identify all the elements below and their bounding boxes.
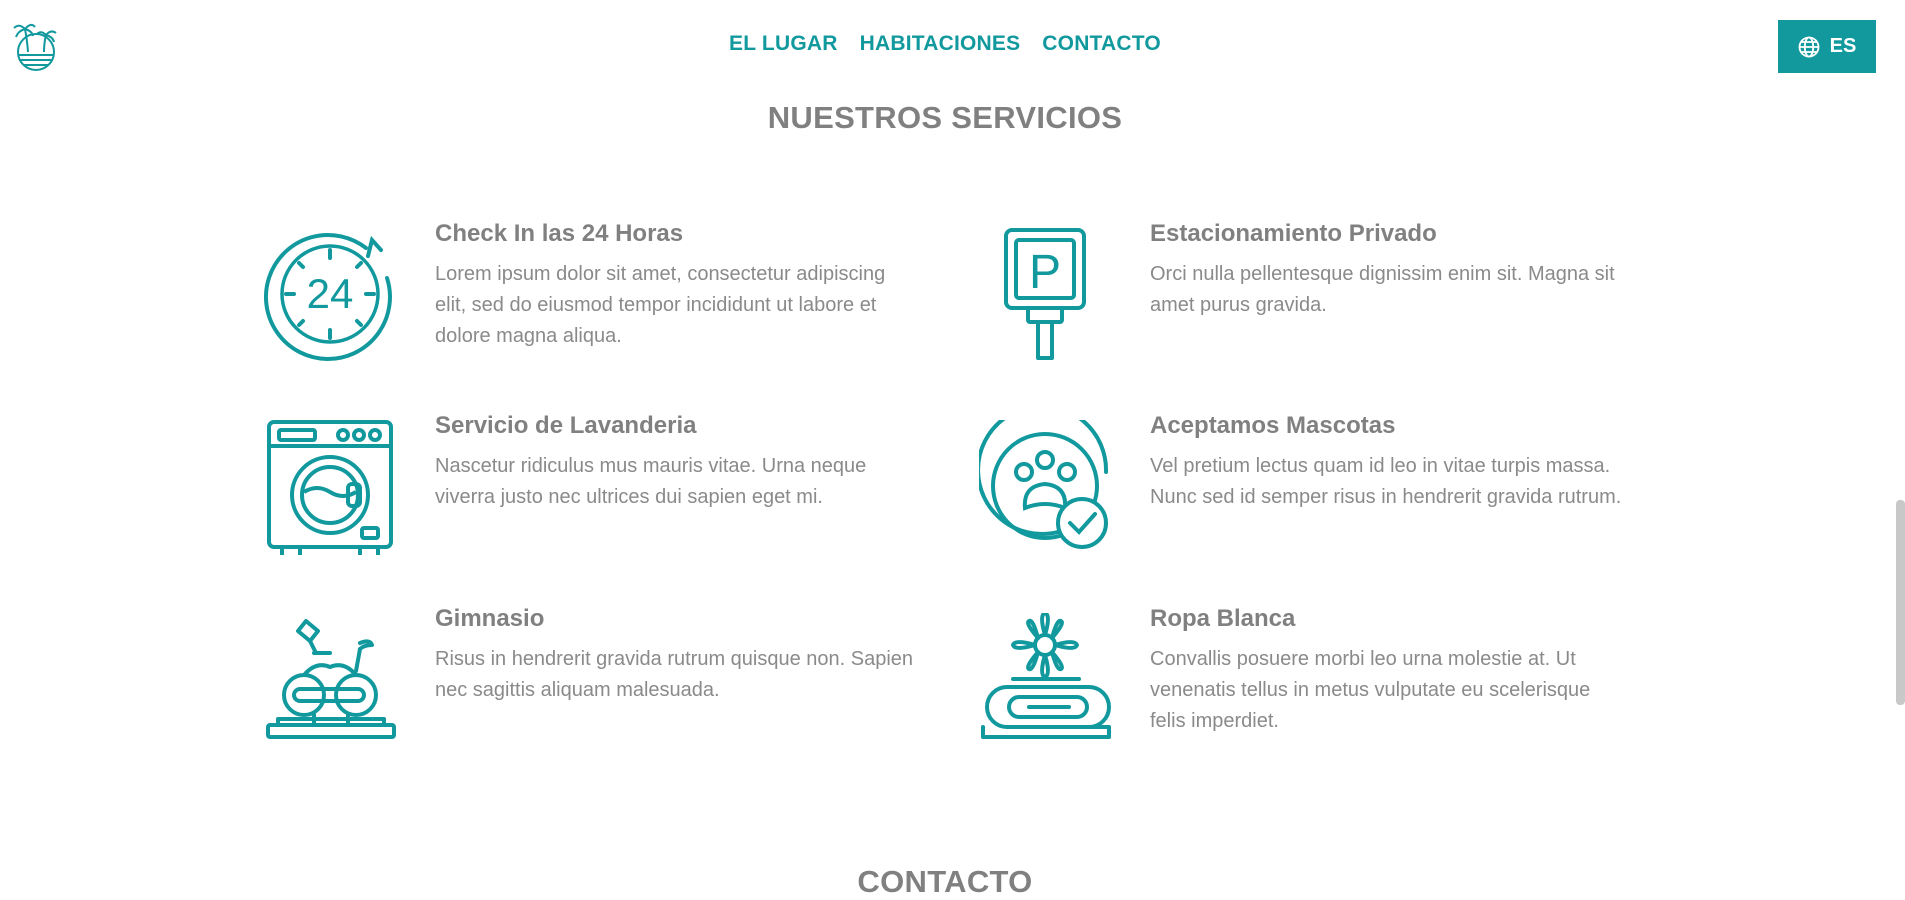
service-title: Aceptamos Mascotas	[1150, 412, 1396, 439]
washing-machine-icon	[264, 420, 399, 555]
svg-text:24: 24	[307, 270, 354, 317]
service-text: Lorem ipsum dolor sit amet, consectetur …	[435, 263, 886, 347]
service-text: Orci nulla pellentesque dignissim enim s…	[1150, 263, 1615, 316]
service-text: Risus in hendrerit gravida rutrum quisqu…	[435, 648, 914, 701]
page-scrollbar-thumb[interactable]	[1896, 500, 1905, 705]
nav-habitaciones[interactable]: HABITACIONES	[860, 32, 1021, 56]
service-title: Ropa Blanca	[1150, 605, 1296, 632]
service-title: Servicio de Lavanderia	[435, 412, 697, 439]
globe-icon	[1798, 36, 1820, 58]
service-title: Estacionamiento Privado	[1150, 220, 1437, 247]
nav-el-lugar[interactable]: EL LUGAR	[729, 32, 838, 56]
service-title: Gimnasio	[435, 605, 545, 632]
service-title: Check In las 24 Horas	[435, 220, 684, 247]
language-label: ES	[1829, 35, 1857, 57]
service-text: Convallis posuere morbi leo urna molesti…	[1150, 648, 1591, 732]
pet-paw-icon	[979, 420, 1114, 555]
parking-sign-icon: P	[979, 228, 1114, 363]
service-text: Vel pretium lectus quam id leo in vitae …	[1150, 455, 1622, 508]
main-nav: EL LUGAR HABITACIONES CONTACTO	[0, 32, 1890, 56]
site-header: EL LUGAR HABITACIONES CONTACTO ES	[0, 0, 1905, 90]
exercise-bike-icon	[264, 613, 399, 748]
nav-contacto[interactable]: CONTACTO	[1042, 32, 1161, 56]
svg-text:P: P	[1029, 246, 1061, 299]
clock-24-icon: 24	[264, 228, 399, 363]
language-button[interactable]: ES	[1778, 20, 1876, 73]
folded-towel-icon	[979, 613, 1114, 748]
contact-title: CONTACTO	[857, 864, 1033, 899]
services-title: NUESTROS SERVICIOS	[767, 100, 1123, 135]
service-text: Nascetur ridiculus mus mauris vitae. Urn…	[435, 455, 867, 508]
